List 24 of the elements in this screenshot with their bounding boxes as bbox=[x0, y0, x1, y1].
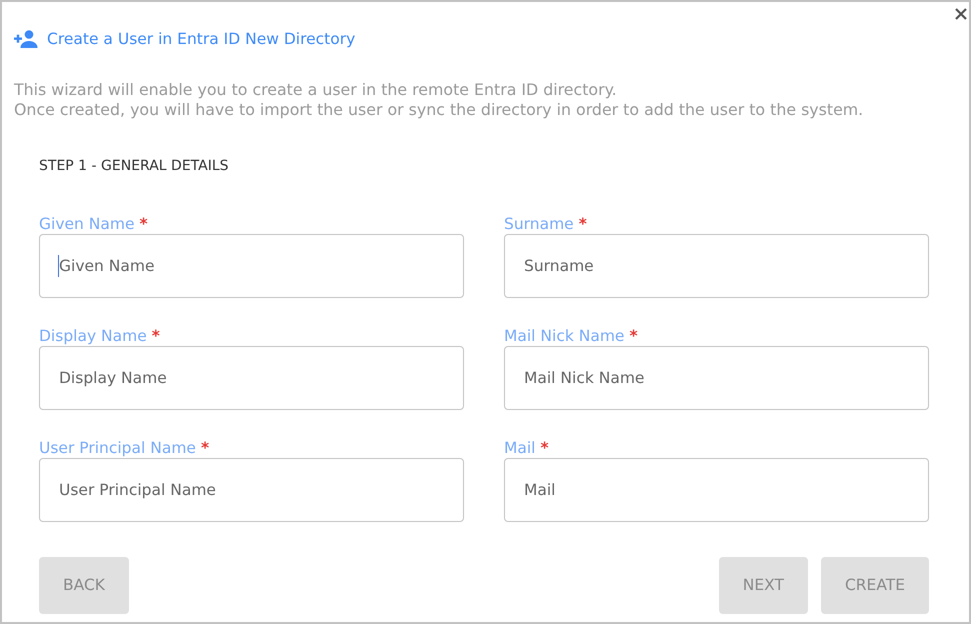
field-label: Mail bbox=[504, 438, 536, 458]
required-asterisk: * bbox=[578, 214, 587, 234]
close-icon[interactable] bbox=[955, 8, 967, 20]
dialog-title: Create a User in Entra ID New Directory bbox=[47, 28, 356, 50]
description-text: This wizard will enable you to create a user in the remote Entra ID directory. bbox=[14, 80, 617, 100]
text-input[interactable]: Surname bbox=[504, 234, 929, 298]
required-asterisk: * bbox=[629, 326, 638, 346]
field-label: Display Name bbox=[39, 326, 147, 346]
step-heading: STEP 1 - GENERAL DETAILS bbox=[39, 157, 229, 176]
field-label: Surname bbox=[504, 214, 574, 234]
text-input[interactable]: Mail bbox=[504, 458, 929, 522]
required-asterisk: * bbox=[200, 438, 210, 458]
required-asterisk: * bbox=[140, 214, 148, 234]
text-input[interactable]: Display Name bbox=[39, 346, 464, 410]
field-label: Mail Nick Name bbox=[504, 326, 624, 346]
add-user-icon bbox=[14, 30, 38, 48]
required-asterisk: * bbox=[540, 438, 549, 458]
required-asterisk: * bbox=[152, 326, 160, 346]
field-label: Given Name bbox=[39, 214, 135, 234]
text-input[interactable]: Mail Nick Name bbox=[504, 346, 929, 410]
text-input[interactable]: Given Name bbox=[39, 234, 464, 298]
text-input[interactable]: User Principal Name bbox=[39, 458, 464, 522]
field-label: User Principal Name bbox=[39, 438, 196, 458]
description-text: Once created, you will have to import the user or sync the directory in order to add the user to the system. bbox=[14, 100, 864, 120]
